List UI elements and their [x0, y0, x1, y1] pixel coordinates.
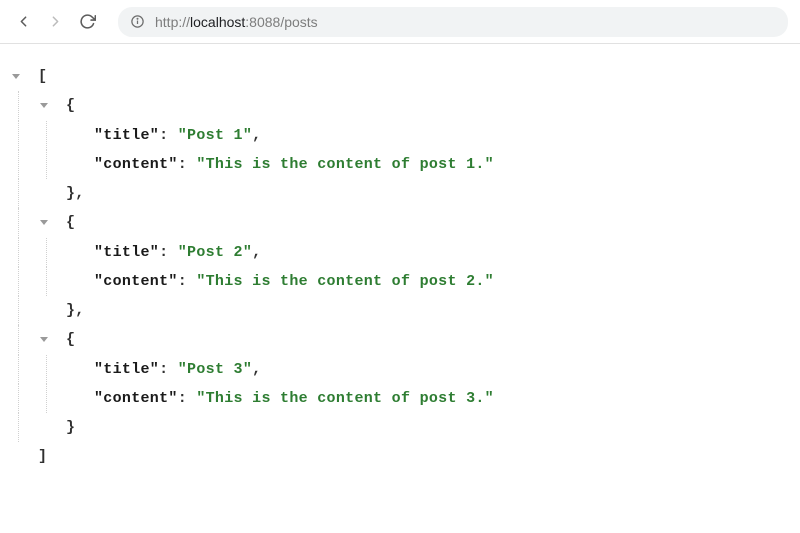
- url-text: http://localhost:8088/posts: [155, 14, 318, 30]
- browser-toolbar: http://localhost:8088/posts: [0, 0, 800, 44]
- json-kv-content: "content": "This is the content of post …: [10, 384, 790, 413]
- url-host: localhost: [190, 14, 245, 30]
- json-kv-content: "content": "This is the content of post …: [10, 267, 790, 296]
- url-scheme: http://: [155, 14, 190, 30]
- json-kv-content: "content": "This is the content of post …: [10, 150, 790, 179]
- address-bar[interactable]: http://localhost:8088/posts: [118, 7, 788, 37]
- json-kv-title: "title": "Post 2",: [10, 238, 790, 267]
- json-array-open: [: [10, 62, 790, 91]
- json-viewer: [ { "title": "Post 1", "content": "This …: [0, 44, 800, 490]
- site-info-icon[interactable]: [130, 14, 145, 29]
- url-portpath: :8088/posts: [245, 14, 317, 30]
- json-kv-title: "title": "Post 3",: [10, 355, 790, 384]
- forward-button[interactable]: [44, 11, 66, 33]
- json-array-close: ]: [10, 442, 790, 471]
- reload-button[interactable]: [76, 11, 98, 33]
- json-object-open: {: [10, 91, 790, 120]
- json-object-close: },: [10, 296, 790, 325]
- back-button[interactable]: [12, 11, 34, 33]
- json-object-close: },: [10, 179, 790, 208]
- toggle-icon[interactable]: [40, 103, 48, 108]
- toggle-icon[interactable]: [40, 337, 48, 342]
- json-kv-title: "title": "Post 1",: [10, 121, 790, 150]
- json-object-close: }: [10, 413, 790, 442]
- json-object-open: {: [10, 208, 790, 237]
- toggle-icon[interactable]: [12, 74, 20, 79]
- toggle-icon[interactable]: [40, 220, 48, 225]
- json-object-open: {: [10, 325, 790, 354]
